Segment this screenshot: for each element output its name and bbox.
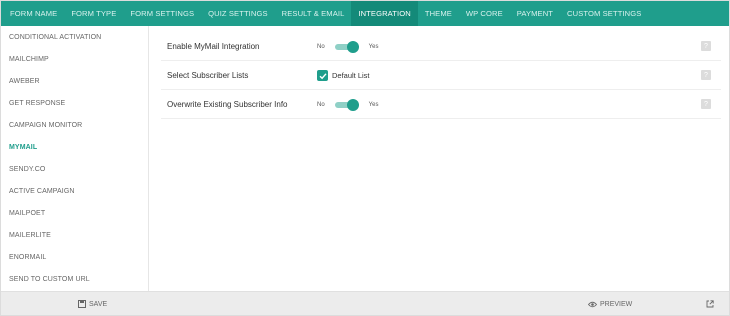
popout-button[interactable]: [706, 292, 717, 316]
external-link-icon: [706, 300, 714, 308]
sidebar-item-active-campaign[interactable]: ACTIVE CAMPAIGN: [1, 180, 148, 202]
tab-custom-settings[interactable]: CUSTOM SETTINGS: [560, 1, 648, 26]
help-icon[interactable]: ?: [701, 99, 711, 109]
tab-form-name[interactable]: FORM NAME: [3, 1, 64, 26]
tab-form-settings[interactable]: FORM SETTINGS: [123, 1, 201, 26]
sidebar-item-send-to-custom-url[interactable]: SEND TO CUSTOM URL: [1, 268, 148, 290]
help-icon[interactable]: ?: [701, 41, 711, 51]
tab-quiz-settings[interactable]: QUIZ SETTINGS: [201, 1, 275, 26]
switch-on-label: Yes: [368, 101, 379, 108]
mymail-settings-panel: Enable MyMail Integration No Yes ? Selec…: [161, 32, 721, 119]
overwrite-info-control: No Yes: [317, 90, 378, 119]
enable-integration-control: No Yes: [317, 32, 378, 61]
sidebar-item-mailerlite[interactable]: MAILERLITE: [1, 224, 148, 246]
checkmark-icon: [319, 72, 327, 79]
save-label: SAVE: [89, 300, 108, 308]
tab-wp-core[interactable]: WP CORE: [459, 1, 510, 26]
sidebar-item-mailchimp[interactable]: MAILCHIMP: [1, 48, 148, 70]
enable-integration-toggle[interactable]: [334, 40, 359, 53]
sidebar-item-get-response[interactable]: GET RESPONSE: [1, 92, 148, 114]
overwrite-info-label: Overwrite Existing Subscriber Info: [167, 100, 288, 109]
setting-row-subscriber-lists: Select Subscriber Lists Default List ?: [161, 61, 721, 90]
preview-button[interactable]: PREVIEW: [588, 292, 632, 316]
integration-sidebar: CONDITIONAL ACTIVATION MAILCHIMP AWEBER …: [1, 26, 149, 291]
enable-integration-label: Enable MyMail Integration: [167, 42, 260, 51]
eye-icon: [588, 301, 597, 307]
settings-tab-bar: FORM NAME FORM TYPE FORM SETTINGS QUIZ S…: [1, 1, 729, 26]
tab-result-email[interactable]: RESULT & EMAIL: [275, 1, 352, 26]
setting-row-overwrite-info: Overwrite Existing Subscriber Info No Ye…: [161, 90, 721, 119]
save-button[interactable]: SAVE: [78, 292, 107, 316]
subscriber-lists-control: Default List: [317, 61, 370, 90]
overwrite-info-toggle[interactable]: [334, 98, 359, 111]
form-builder-window: FORM NAME FORM TYPE FORM SETTINGS QUIZ S…: [0, 0, 730, 316]
switch-off-label: No: [317, 43, 325, 50]
sidebar-item-conditional-activation[interactable]: CONDITIONAL ACTIVATION: [1, 26, 148, 48]
action-bar: SAVE PREVIEW: [1, 291, 729, 315]
sidebar-item-enormail[interactable]: ENORMAIL: [1, 246, 148, 268]
sidebar-item-aweber[interactable]: AWEBER: [1, 70, 148, 92]
tab-theme[interactable]: THEME: [418, 1, 459, 26]
default-list-label: Default List: [332, 71, 370, 80]
sidebar-item-mailpoet[interactable]: MAILPOET: [1, 202, 148, 224]
help-icon[interactable]: ?: [701, 70, 711, 80]
default-list-checkbox[interactable]: [317, 70, 328, 81]
sidebar-item-sendy[interactable]: SENDY.CO: [1, 158, 148, 180]
subscriber-lists-label: Select Subscriber Lists: [167, 71, 249, 80]
switch-off-label: No: [317, 101, 325, 108]
sidebar-item-campaign-monitor[interactable]: CAMPAIGN MONITOR: [1, 114, 148, 136]
preview-label: PREVIEW: [600, 300, 633, 308]
tab-payment[interactable]: PAYMENT: [510, 1, 560, 26]
tab-integration[interactable]: INTEGRATION: [351, 1, 418, 26]
floppy-disk-icon: [78, 300, 86, 308]
setting-row-enable-integration: Enable MyMail Integration No Yes ?: [161, 32, 721, 61]
sidebar-item-mymail[interactable]: MYMAIL: [1, 136, 148, 158]
tab-form-type[interactable]: FORM TYPE: [64, 1, 123, 26]
switch-on-label: Yes: [368, 43, 379, 50]
